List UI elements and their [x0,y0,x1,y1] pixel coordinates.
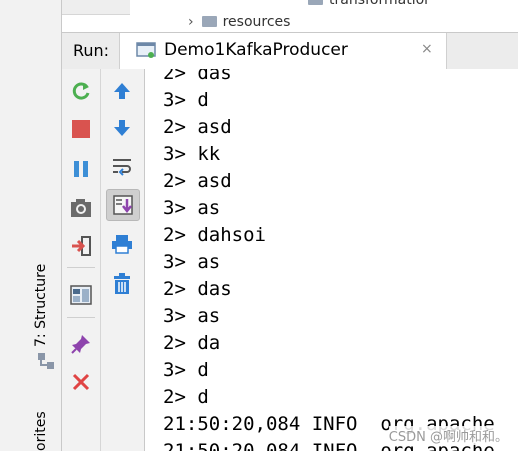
run-tab-demo1kafkaproducer[interactable]: Demo1KafkaProducer × [119,33,447,69]
run-toolbar-primary [62,69,101,451]
console-line: 3> kk [163,143,221,165]
console-line: 2> da [163,332,221,354]
run-toolbar-secondary [101,69,145,451]
soft-wrap-icon [113,159,131,176]
pause-icon [74,161,88,177]
left-tool-window-strip [0,0,62,451]
pause-button[interactable] [68,156,94,182]
trash-icon [114,273,130,294]
print-icon [112,235,132,254]
project-tree-toolbar [62,0,130,15]
console-line: 2> das [163,278,232,300]
application-icon [136,42,156,58]
tree-item-transformation[interactable]: transformatior [308,0,430,8]
stop-button[interactable] [68,116,94,142]
console-line: 3> as [163,305,221,327]
run-panel-header: Run: Demo1KafkaProducer × [62,32,518,70]
console-line: 2> asd [163,116,232,138]
scroll-up-button[interactable] [109,78,135,104]
arrow-down-icon [114,120,130,136]
stop-icon [72,120,90,138]
console-line: 2> d [163,386,209,408]
scroll-to-end-button[interactable] [106,189,140,221]
structure-tool-tab[interactable]: 7: Structure [33,264,49,347]
chevron-right-icon[interactable]: › [188,14,194,30]
scroll-to-end-icon [113,195,133,215]
structure-icon [38,353,54,369]
watermark: CSDN @啊帅和和。 [388,426,508,445]
console-line: 3> as [163,251,221,273]
console-line: 3> as [163,197,221,219]
print-button[interactable] [109,231,135,257]
arrow-up-icon [114,83,130,99]
exit-icon [72,236,91,256]
camera-icon [71,199,91,217]
console-line: 2> das [163,69,232,84]
close-tab-icon[interactable]: × [421,41,433,57]
toolbar-separator [67,317,95,318]
console-output[interactable]: 2> das 3> d 2> asd 3> kk 2> asd 3> as 2>… [145,69,518,451]
clear-all-button[interactable] [109,271,135,297]
pin-tab-button[interactable] [68,331,94,357]
console-line: 2> dahsoi [163,224,266,246]
folder-icon [308,0,323,5]
rerun-icon [72,82,90,100]
layout-icon [70,285,92,305]
run-tab-title: Demo1KafkaProducer [164,40,348,60]
toolbar-separator [67,267,95,268]
dump-threads-button[interactable] [68,195,94,221]
console-line: 2> asd [163,170,232,192]
run-label: Run: [73,41,110,60]
exit-button[interactable] [68,233,94,259]
restore-layout-button[interactable] [68,282,94,308]
tree-item-resources[interactable]: › resources [188,14,290,30]
console-line: 3> d [163,359,209,381]
soft-wrap-button[interactable] [109,153,135,179]
pin-icon [71,335,90,354]
scroll-down-button[interactable] [109,115,135,141]
folder-icon [201,16,217,27]
rerun-button[interactable] [68,78,94,104]
close-run-button[interactable] [68,369,94,395]
favorites-tool-tab[interactable]: orites [33,411,49,451]
close-icon [72,373,90,391]
console-line: 3> d [163,89,209,111]
